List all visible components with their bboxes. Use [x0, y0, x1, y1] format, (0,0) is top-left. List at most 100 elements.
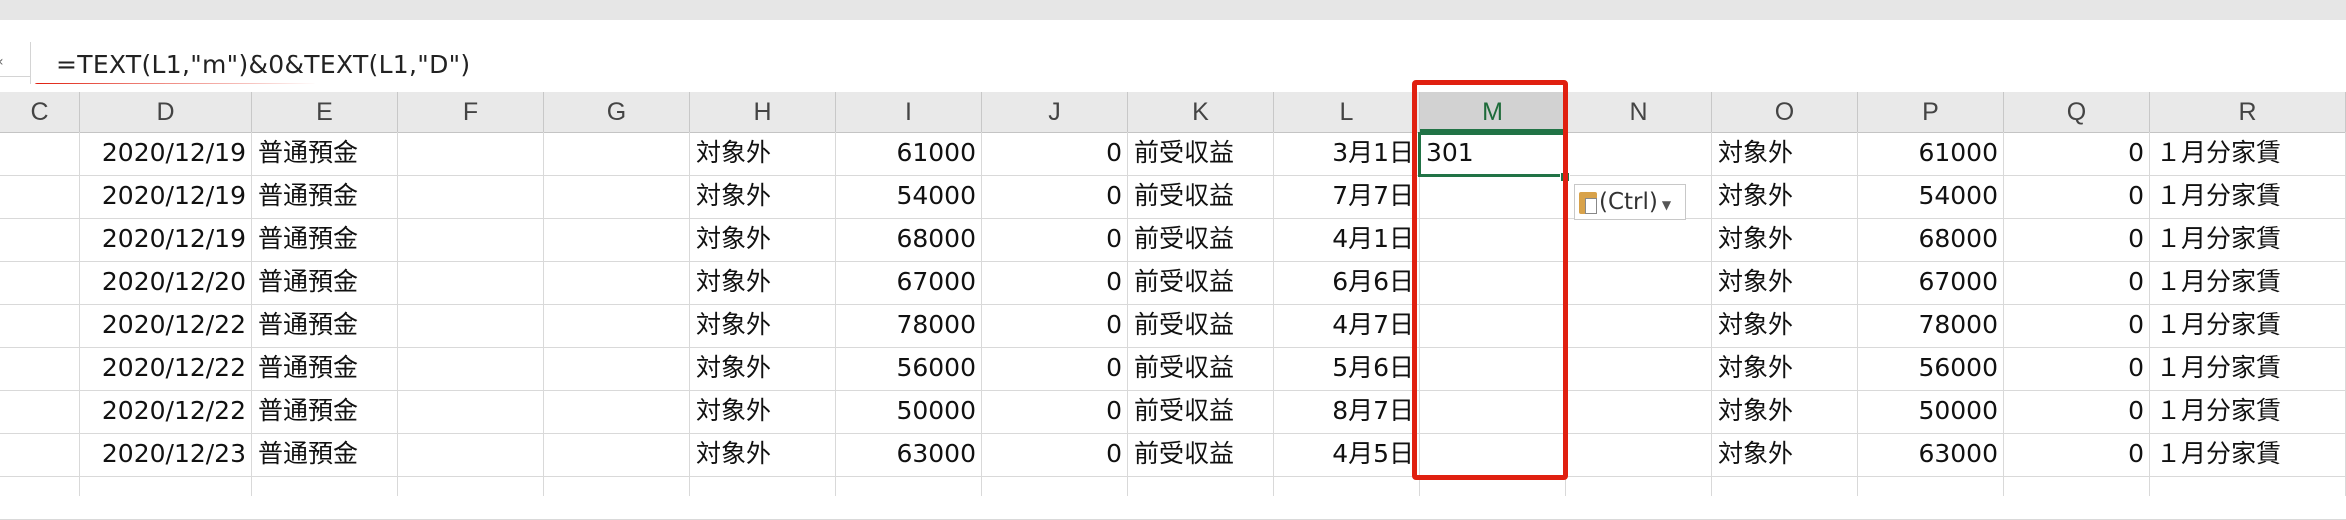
column-header-o[interactable]: O — [1712, 92, 1858, 132]
cell-o5[interactable]: 対象外 — [1712, 304, 1858, 346]
cell-i5[interactable]: 78000 — [836, 304, 982, 346]
cell-p7[interactable]: 50000 — [1858, 390, 2004, 432]
cell-j1[interactable]: 0 — [982, 132, 1128, 174]
cell-q1[interactable]: 0 — [2004, 132, 2150, 174]
cell-e4[interactable]: 普通預金 — [252, 261, 398, 303]
paste-options-button[interactable]: (Ctrl) ▼ — [1574, 184, 1686, 220]
column-header-n[interactable]: N — [1566, 92, 1712, 132]
cell-r1[interactable]: １月分家賃 — [2150, 132, 2346, 174]
cell-k3[interactable]: 前受収益 — [1128, 218, 1274, 260]
cell-k6[interactable]: 前受収益 — [1128, 347, 1274, 389]
cell-l2[interactable]: 7月7日 — [1274, 175, 1420, 217]
column-header-r[interactable]: R — [2150, 92, 2346, 132]
cell-k5[interactable]: 前受収益 — [1128, 304, 1274, 346]
cell-h4[interactable]: 対象外 — [690, 261, 836, 303]
cell-h5[interactable]: 対象外 — [690, 304, 836, 346]
cell-d1[interactable]: 2020/12/19 — [80, 132, 252, 174]
cell-o4[interactable]: 対象外 — [1712, 261, 1858, 303]
cell-k7[interactable]: 前受収益 — [1128, 390, 1274, 432]
cell-h6[interactable]: 対象外 — [690, 347, 836, 389]
cell-l3[interactable]: 4月1日 — [1274, 218, 1420, 260]
cell-l8[interactable]: 4月5日 — [1274, 433, 1420, 475]
cell-h8[interactable]: 対象外 — [690, 433, 836, 475]
cell-h1[interactable]: 対象外 — [690, 132, 836, 174]
column-header-h[interactable]: H — [690, 92, 836, 132]
cell-i4[interactable]: 67000 — [836, 261, 982, 303]
cell-i7[interactable]: 50000 — [836, 390, 982, 432]
cell-p8[interactable]: 63000 — [1858, 433, 2004, 475]
cell-o3[interactable]: 対象外 — [1712, 218, 1858, 260]
cell-d8[interactable]: 2020/12/23 — [80, 433, 252, 475]
cell-h2[interactable]: 対象外 — [690, 175, 836, 217]
column-header-j[interactable]: J — [982, 92, 1128, 132]
cell-i8[interactable]: 63000 — [836, 433, 982, 475]
cell-d7[interactable]: 2020/12/22 — [80, 390, 252, 432]
cell-q5[interactable]: 0 — [2004, 304, 2150, 346]
cell-e5[interactable]: 普通預金 — [252, 304, 398, 346]
cell-r4[interactable]: １月分家賃 — [2150, 261, 2346, 303]
column-header-f[interactable]: F — [398, 92, 544, 132]
cell-l5[interactable]: 4月7日 — [1274, 304, 1420, 346]
cell-p2[interactable]: 54000 — [1858, 175, 2004, 217]
cell-r2[interactable]: １月分家賃 — [2150, 175, 2346, 217]
cell-k1[interactable]: 前受収益 — [1128, 132, 1274, 174]
cell-r3[interactable]: １月分家賃 — [2150, 218, 2346, 260]
cell-e8[interactable]: 普通預金 — [252, 433, 398, 475]
cell-e7[interactable]: 普通預金 — [252, 390, 398, 432]
cell-j3[interactable]: 0 — [982, 218, 1128, 260]
cell-p1[interactable]: 61000 — [1858, 132, 2004, 174]
column-header-g[interactable]: G — [544, 92, 690, 132]
cell-d5[interactable]: 2020/12/22 — [80, 304, 252, 346]
cell-i6[interactable]: 56000 — [836, 347, 982, 389]
cell-o2[interactable]: 対象外 — [1712, 175, 1858, 217]
cell-h3[interactable]: 対象外 — [690, 218, 836, 260]
cell-j6[interactable]: 0 — [982, 347, 1128, 389]
cell-q6[interactable]: 0 — [2004, 347, 2150, 389]
cell-o6[interactable]: 対象外 — [1712, 347, 1858, 389]
cell-d2[interactable]: 2020/12/19 — [80, 175, 252, 217]
cell-e1[interactable]: 普通預金 — [252, 132, 398, 174]
cell-j7[interactable]: 0 — [982, 390, 1128, 432]
cell-r8[interactable]: １月分家賃 — [2150, 433, 2346, 475]
cell-o1[interactable]: 対象外 — [1712, 132, 1858, 174]
expand-name-box-icon[interactable]: ‹ — [0, 54, 8, 74]
cell-q4[interactable]: 0 — [2004, 261, 2150, 303]
column-header-e[interactable]: E — [252, 92, 398, 132]
cell-k8[interactable]: 前受収益 — [1128, 433, 1274, 475]
cell-o7[interactable]: 対象外 — [1712, 390, 1858, 432]
column-header-p[interactable]: P — [1858, 92, 2004, 132]
cell-q7[interactable]: 0 — [2004, 390, 2150, 432]
cell-p6[interactable]: 56000 — [1858, 347, 2004, 389]
cell-o8[interactable]: 対象外 — [1712, 433, 1858, 475]
formula-text[interactable]: =TEXT(L1,"m")&0&TEXT(L1,"D") — [56, 50, 470, 79]
cell-e6[interactable]: 普通預金 — [252, 347, 398, 389]
cell-j5[interactable]: 0 — [982, 304, 1128, 346]
column-header-k[interactable]: K — [1128, 92, 1274, 132]
cell-j8[interactable]: 0 — [982, 433, 1128, 475]
column-header-q[interactable]: Q — [2004, 92, 2150, 132]
cell-l7[interactable]: 8月7日 — [1274, 390, 1420, 432]
cell-i1[interactable]: 61000 — [836, 132, 982, 174]
column-header-l[interactable]: L — [1274, 92, 1420, 132]
cell-r7[interactable]: １月分家賃 — [2150, 390, 2346, 432]
cell-e3[interactable]: 普通預金 — [252, 218, 398, 260]
cell-d4[interactable]: 2020/12/20 — [80, 261, 252, 303]
cell-h7[interactable]: 対象外 — [690, 390, 836, 432]
column-header-c[interactable]: C — [0, 92, 80, 132]
cell-l4[interactable]: 6月6日 — [1274, 261, 1420, 303]
cell-p3[interactable]: 68000 — [1858, 218, 2004, 260]
column-header-d[interactable]: D — [80, 92, 252, 132]
cell-q2[interactable]: 0 — [2004, 175, 2150, 217]
cell-k2[interactable]: 前受収益 — [1128, 175, 1274, 217]
cell-j2[interactable]: 0 — [982, 175, 1128, 217]
cell-k4[interactable]: 前受収益 — [1128, 261, 1274, 303]
cell-r5[interactable]: １月分家賃 — [2150, 304, 2346, 346]
column-header-i[interactable]: I — [836, 92, 982, 132]
cell-l6[interactable]: 5月6日 — [1274, 347, 1420, 389]
cell-p4[interactable]: 67000 — [1858, 261, 2004, 303]
cell-l1[interactable]: 3月1日 — [1274, 132, 1420, 174]
cell-d3[interactable]: 2020/12/19 — [80, 218, 252, 260]
cell-q8[interactable]: 0 — [2004, 433, 2150, 475]
cell-d6[interactable]: 2020/12/22 — [80, 347, 252, 389]
cell-e2[interactable]: 普通預金 — [252, 175, 398, 217]
